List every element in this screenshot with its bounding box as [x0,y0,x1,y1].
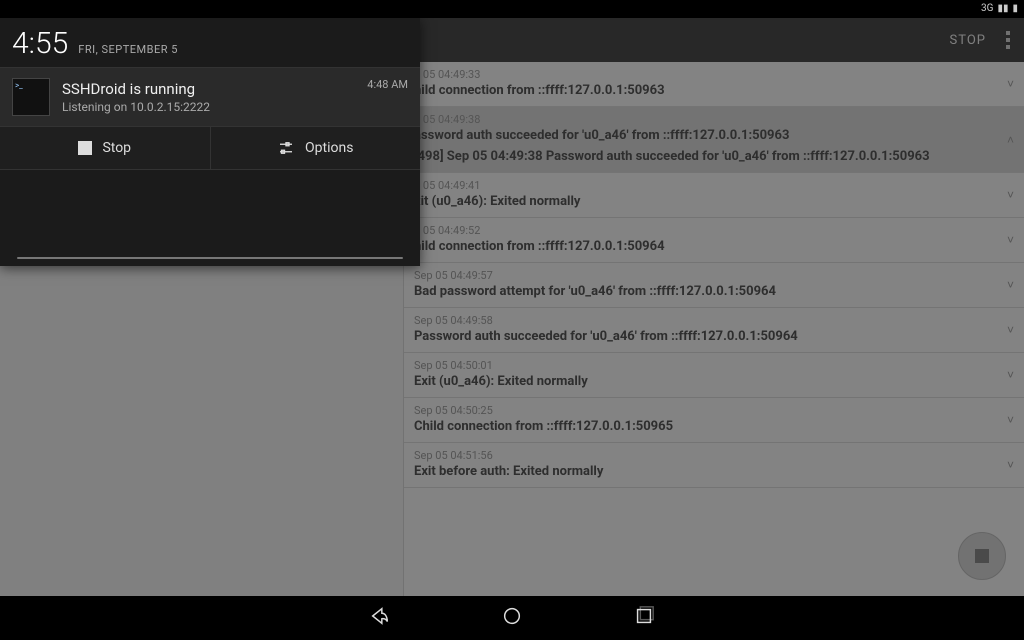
battery-icon: ▮ [1012,4,1018,14]
nav-back-button[interactable] [369,605,391,631]
notification-subtitle: Listening on 10.0.2.15:2222 [62,100,210,114]
shade-header[interactable]: 4:55 FRI, SEPTEMBER 5 [0,18,420,67]
notification-stop-button[interactable]: Stop [0,127,210,169]
notification-title: SSHDroid is running [62,80,210,98]
notification-stop-label: Stop [102,140,131,156]
notification-shade[interactable]: 4:55 FRI, SEPTEMBER 5 >_ SSHDroid is run… [0,18,420,266]
shade-date: FRI, SEPTEMBER 5 [78,43,178,56]
nav-home-button[interactable] [501,605,523,631]
notification-actions: Stop Options [0,127,420,170]
notification-item[interactable]: >_ SSHDroid is running Listening on 10.0… [0,67,420,127]
shade-clock: 4:55 [12,26,68,61]
notification-time: 4:48 AM [367,78,408,91]
notification-options-button[interactable]: Options [210,127,421,169]
stop-icon [78,141,92,155]
terminal-icon: >_ [12,78,50,116]
shade-handle[interactable] [0,250,420,266]
status-bar: 3G ▮▮ ▮ [0,0,1024,18]
network-type-icon: 3G [981,4,993,14]
nav-recent-button[interactable] [633,605,655,631]
notification-options-label: Options [305,140,353,156]
nav-bar [0,596,1024,640]
sliders-icon [277,139,295,157]
signal-icon: ▮▮ [997,4,1008,14]
